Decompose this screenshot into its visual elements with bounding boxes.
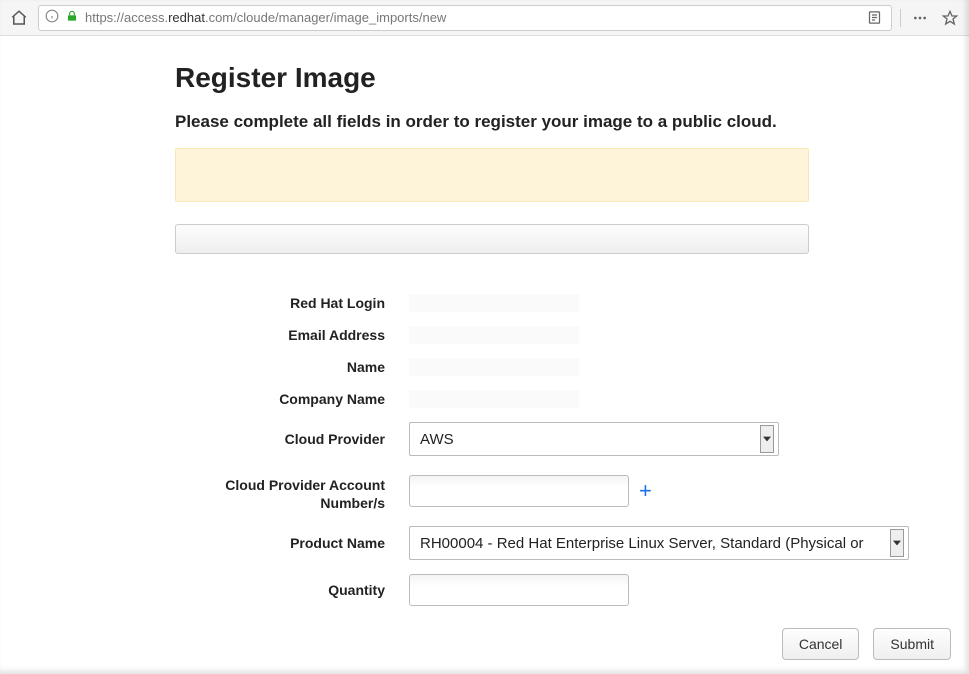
home-icon[interactable] bbox=[8, 7, 30, 29]
value-name bbox=[409, 358, 579, 376]
submit-button[interactable]: Submit bbox=[873, 628, 951, 660]
register-form: Red Hat Login Email Address Name Company… bbox=[175, 294, 809, 606]
lock-icon bbox=[65, 9, 79, 26]
label-provider: Cloud Provider bbox=[175, 431, 385, 447]
product-name-value: RH00004 - Red Hat Enterprise Linux Serve… bbox=[420, 535, 864, 552]
cloud-provider-select[interactable]: AWS bbox=[409, 422, 779, 456]
bookmark-star-icon[interactable] bbox=[939, 7, 961, 29]
section-header-bar bbox=[175, 224, 809, 254]
label-login: Red Hat Login bbox=[175, 295, 385, 311]
separator bbox=[900, 9, 901, 27]
url-bar[interactable]: https://access.redhat.com/cloude/manager… bbox=[38, 5, 892, 31]
label-account: Cloud Provider Account Number/s bbox=[175, 470, 385, 512]
value-company bbox=[409, 390, 579, 408]
alert-banner bbox=[175, 148, 809, 202]
chevron-down-icon bbox=[760, 425, 774, 453]
add-account-button[interactable]: + bbox=[639, 480, 652, 502]
form-actions: Cancel Submit bbox=[782, 628, 951, 660]
cancel-button[interactable]: Cancel bbox=[782, 628, 860, 660]
product-name-select[interactable]: RH00004 - Red Hat Enterprise Linux Serve… bbox=[409, 526, 909, 560]
label-company: Company Name bbox=[175, 391, 385, 407]
label-quantity: Quantity bbox=[175, 582, 385, 598]
page-subheading: Please complete all fields in order to r… bbox=[175, 112, 809, 132]
account-number-input[interactable] bbox=[409, 475, 629, 507]
value-email bbox=[409, 326, 579, 344]
cloud-provider-value: AWS bbox=[420, 431, 454, 448]
menu-dots-icon[interactable] bbox=[909, 7, 931, 29]
browser-toolbar: https://access.redhat.com/cloude/manager… bbox=[0, 0, 969, 36]
page-title: Register Image bbox=[175, 62, 809, 94]
value-login bbox=[409, 294, 579, 312]
label-name: Name bbox=[175, 359, 385, 375]
url-text: https://access.redhat.com/cloude/manager… bbox=[85, 10, 857, 25]
label-email: Email Address bbox=[175, 327, 385, 343]
chevron-down-icon bbox=[890, 529, 904, 557]
info-icon[interactable] bbox=[45, 9, 59, 26]
page-content: Register Image Please complete all field… bbox=[0, 36, 969, 606]
account-number-row: + bbox=[409, 475, 909, 507]
reader-mode-icon[interactable] bbox=[863, 7, 885, 29]
label-product: Product Name bbox=[175, 535, 385, 551]
quantity-input[interactable] bbox=[409, 574, 629, 606]
